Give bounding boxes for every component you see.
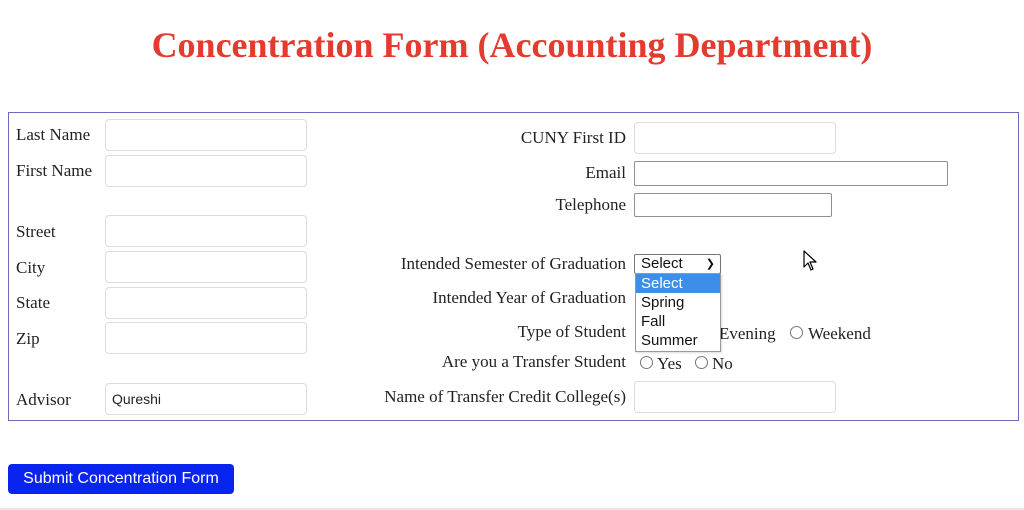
city-input[interactable] (105, 251, 307, 283)
chevron-down-icon: ❯ (705, 258, 715, 270)
student-type-label: Type of Student (517, 322, 626, 341)
submit-button[interactable]: Submit Concentration Form (8, 464, 234, 494)
advisor-label: Advisor (16, 390, 71, 409)
semester-select-value: Select (641, 255, 683, 272)
semester-option-fall[interactable]: Fall (636, 312, 720, 331)
first-name-input[interactable] (105, 155, 307, 187)
cuny-id-input[interactable] (634, 122, 836, 154)
semester-label: Intended Semester of Graduation (400, 254, 626, 273)
semester-dropdown-list: Select Spring Fall Summer (635, 273, 721, 352)
telephone-label: Telephone (555, 195, 626, 214)
email-label: Email (585, 163, 626, 182)
student-type-weekend-label: Weekend (808, 324, 871, 343)
last-name-input[interactable] (105, 119, 307, 151)
transfer-student-label: Are you a Transfer Student (441, 352, 626, 371)
advisor-input[interactable] (105, 383, 307, 415)
street-label: Street (16, 222, 56, 241)
semester-select[interactable]: Select ❯ (634, 254, 721, 274)
last-name-label: Last Name (16, 125, 91, 144)
cuny-id-label: CUNY First ID (520, 128, 626, 147)
transfer-no-radio[interactable] (695, 356, 708, 369)
mouse-cursor-icon (803, 250, 817, 271)
transfer-yes-label: Yes (657, 354, 682, 373)
state-label: State (16, 293, 50, 312)
transfer-yes-radio[interactable] (640, 356, 653, 369)
state-input[interactable] (105, 287, 307, 319)
transfer-college-label: Name of Transfer Credit College(s) (384, 387, 626, 406)
transfer-no-label: No (712, 354, 733, 373)
zip-label: Zip (16, 329, 40, 348)
transfer-college-input[interactable] (634, 381, 836, 413)
email-input[interactable] (634, 161, 948, 186)
page-title: Concentration Form (Accounting Departmen… (151, 25, 873, 65)
student-type-weekend-radio[interactable] (790, 326, 803, 339)
city-label: City (16, 258, 46, 277)
zip-input[interactable] (105, 322, 307, 354)
street-input[interactable] (105, 215, 307, 247)
student-type-evening-label: Evening (719, 324, 776, 343)
year-label: Intended Year of Graduation (432, 288, 626, 307)
semester-option-summer[interactable]: Summer (636, 331, 720, 350)
semester-option-select[interactable]: Select (636, 274, 720, 293)
telephone-input[interactable] (634, 193, 832, 217)
semester-option-spring[interactable]: Spring (636, 293, 720, 312)
first-name-label: First Name (16, 161, 93, 180)
